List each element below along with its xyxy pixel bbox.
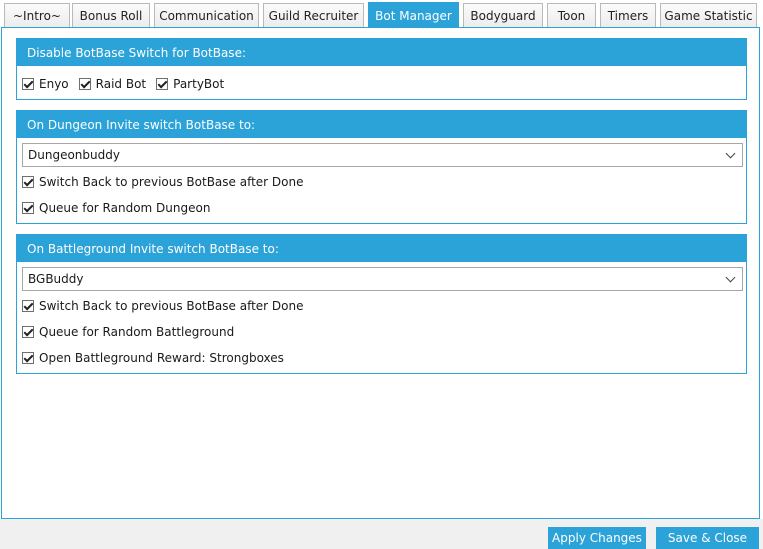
dungeon-invite-title: On Dungeon Invite switch BotBase to:: [27, 117, 256, 132]
bg-reward-option: Open Battleground Reward: Strongboxes: [22, 349, 294, 367]
disable-botbase-title: Disable BotBase Switch for BotBase:: [27, 45, 246, 60]
dungeon-switch-back-checkbox[interactable]: [22, 176, 34, 188]
disable-botbase-header: Disable BotBase Switch for BotBase:: [17, 39, 746, 66]
dungeon-switch-back-label: Switch Back to previous BotBase after Do…: [39, 175, 304, 189]
random-dungeon-label: Queue for Random Dungeon: [39, 201, 211, 215]
tab-timers[interactable]: Timers: [600, 3, 656, 27]
bg-switch-back-checkbox[interactable]: [22, 300, 34, 312]
chevron-down-icon: [725, 148, 736, 159]
save-close-button[interactable]: Save & Close: [656, 527, 759, 549]
battleground-invite-panel: On Battleground Invite switch BotBase to…: [16, 234, 747, 374]
dungeon-switch-back-option: Switch Back to previous BotBase after Do…: [22, 173, 314, 191]
raid-bot-checkbox[interactable]: [78, 78, 91, 90]
enyo-checkbox[interactable]: [22, 78, 34, 90]
tab-bonus-roll[interactable]: Bonus Roll: [72, 3, 150, 27]
dungeon-invite-panel: On Dungeon Invite switch BotBase to: Dun…: [16, 110, 747, 224]
bg-reward-label: Open Battleground Reward: Strongboxes: [39, 351, 284, 365]
chevron-down-icon: [725, 272, 736, 283]
dungeon-invite-header: On Dungeon Invite switch BotBase to:: [17, 111, 746, 138]
random-dungeon-checkbox[interactable]: [22, 202, 34, 214]
bg-switch-back-option: Switch Back to previous BotBase after Do…: [22, 297, 314, 315]
tab-game-statistic[interactable]: Game Statistic: [660, 3, 757, 27]
bg-switch-back-label: Switch Back to previous BotBase after Do…: [39, 299, 304, 313]
tab-communication[interactable]: Communication: [154, 3, 259, 27]
random-battleground-option: Queue for Random Battleground: [22, 323, 244, 341]
disable-botbase-options: Enyo Raid Bot PartyBot: [22, 75, 234, 93]
bot-manager-content: Disable BotBase Switch for BotBase: Enyo…: [1, 27, 760, 519]
raid-bot-label: Raid Bot: [95, 77, 147, 91]
battleground-botbase-value: BGBuddy: [28, 272, 84, 286]
bottom-bar: [0, 519, 763, 549]
random-dungeon-option: Queue for Random Dungeon: [22, 199, 220, 217]
tab-bot-manager[interactable]: Bot Manager: [368, 2, 459, 28]
random-battleground-checkbox[interactable]: [22, 326, 34, 338]
battleground-botbase-select[interactable]: BGBuddy: [22, 267, 743, 291]
enyo-label: Enyo: [39, 77, 69, 91]
partybot-label: PartyBot: [173, 77, 225, 91]
tab-bodyguard[interactable]: Bodyguard: [463, 3, 543, 27]
battleground-invite-header: On Battleground Invite switch BotBase to…: [17, 235, 746, 262]
tab-toon[interactable]: Toon: [547, 3, 596, 27]
dungeon-botbase-value: Dungeonbuddy: [28, 148, 120, 162]
bg-reward-checkbox[interactable]: [22, 352, 34, 364]
battleground-invite-title: On Battleground Invite switch BotBase to…: [27, 241, 279, 256]
dungeon-botbase-select[interactable]: Dungeonbuddy: [22, 143, 743, 167]
partybot-checkbox[interactable]: [156, 78, 169, 90]
apply-changes-button[interactable]: Apply Changes: [548, 527, 646, 549]
random-battleground-label: Queue for Random Battleground: [39, 325, 235, 339]
tab-guild-recruiter[interactable]: Guild Recruiter: [263, 3, 364, 27]
tab-bar: ~Intro~ Bonus Roll Communication Guild R…: [0, 0, 763, 28]
tab-intro[interactable]: ~Intro~: [4, 3, 70, 27]
disable-botbase-panel: Disable BotBase Switch for BotBase: Enyo…: [16, 38, 747, 100]
